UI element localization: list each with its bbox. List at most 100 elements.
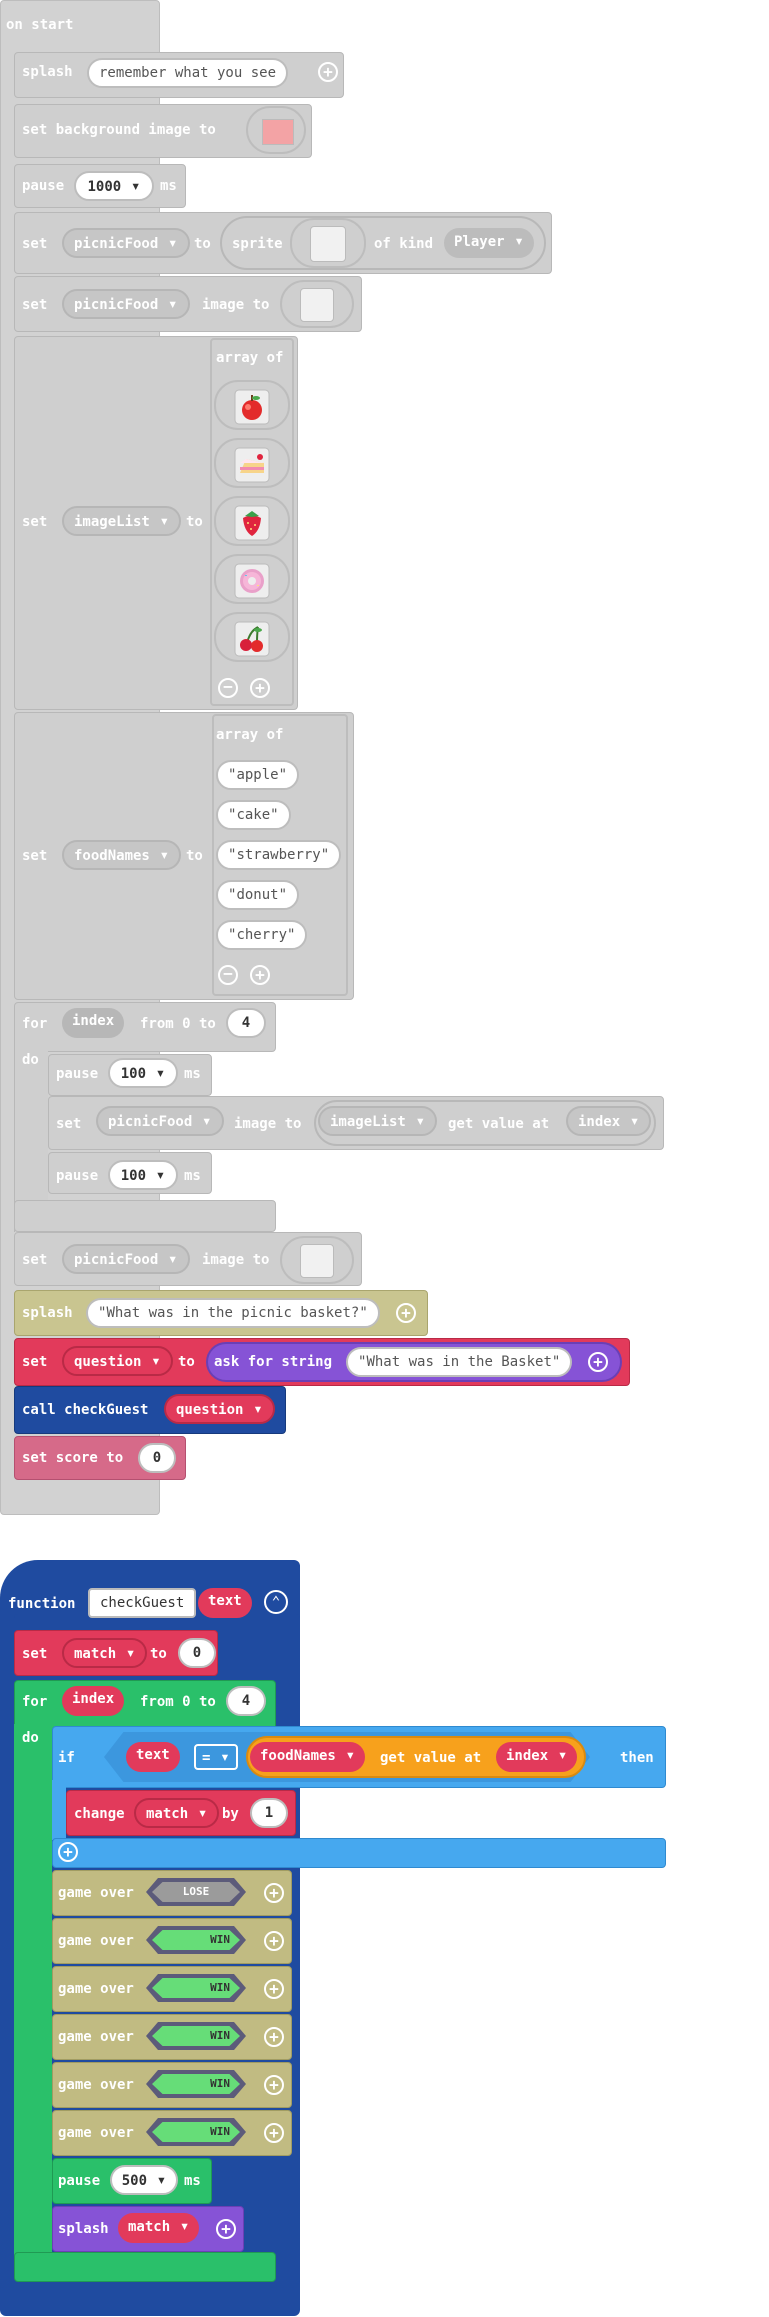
from-0-to-label: from 0 to [140, 1016, 216, 1032]
result-toggle[interactable]: LOSE [146, 1878, 246, 1906]
result-toggle[interactable]: WIN [146, 1974, 246, 2002]
array-item-slot[interactable] [214, 554, 290, 604]
strawberry-icon [234, 505, 270, 541]
change-by-field[interactable]: 1 [250, 1798, 288, 1828]
image-slot[interactable] [280, 280, 354, 328]
index-variable[interactable]: index [62, 1686, 125, 1716]
question-dropdown[interactable]: question [164, 1394, 275, 1424]
for-label: for [22, 1016, 48, 1032]
array-item-slot[interactable] [214, 380, 290, 430]
add-arg-icon[interactable]: + [588, 1352, 608, 1372]
for-label: for [22, 1694, 48, 1710]
param-text[interactable]: text [198, 1588, 252, 1618]
add-item-icon[interactable]: + [250, 678, 270, 698]
index-dropdown[interactable]: index [496, 1742, 578, 1772]
food-name-string[interactable]: "apple" [216, 760, 300, 790]
picnicFood-dropdown[interactable]: picnicFood [62, 1244, 190, 1274]
food-name-string[interactable]: "donut" [216, 880, 300, 910]
result-toggle[interactable]: WIN [146, 2022, 246, 2050]
index-dropdown[interactable]: index [566, 1106, 652, 1136]
foodNames-dropdown[interactable]: foodNames [62, 840, 182, 870]
set-label: set [22, 1354, 48, 1370]
pause-value-dropdown[interactable]: 100 [108, 1058, 178, 1088]
add-arg-icon[interactable]: + [264, 1883, 284, 1903]
collapse-icon[interactable]: ⌃ [264, 1590, 288, 1614]
match-dropdown[interactable]: match [118, 2213, 200, 2243]
result-toggle[interactable]: WIN [146, 2070, 246, 2098]
splash-text-field[interactable]: remember what you see [87, 58, 289, 88]
remove-item-icon[interactable]: − [218, 678, 238, 698]
image-slot[interactable] [280, 1236, 354, 1284]
loop-max-field[interactable]: 4 [226, 1008, 266, 1038]
kind-dropdown[interactable]: Player [444, 228, 534, 258]
add-arg-icon[interactable]: + [396, 1303, 416, 1323]
add-item-icon[interactable]: + [250, 965, 270, 985]
add-arg-icon[interactable]: + [264, 2123, 284, 2143]
index-variable[interactable]: index [62, 1008, 125, 1038]
match-dropdown[interactable]: match [134, 1798, 220, 1828]
food-name-string[interactable]: "strawberry" [216, 840, 342, 870]
operator-dropdown[interactable]: = [194, 1744, 238, 1770]
set-background-label: set background image to [22, 122, 216, 138]
food-name-string[interactable]: "cherry" [216, 920, 308, 950]
picnicFood-dropdown[interactable]: picnicFood [96, 1106, 224, 1136]
array-item-slot[interactable] [214, 612, 290, 662]
game-over-label: game over [58, 1885, 134, 1901]
array-item-slot[interactable] [214, 438, 290, 488]
to-label: to [178, 1354, 195, 1370]
on-start-label: on start [6, 17, 74, 33]
function-name-field[interactable]: checkGuest [88, 1588, 197, 1618]
add-arg-icon[interactable]: + [264, 2075, 284, 2095]
of-kind-label: of kind [374, 236, 434, 252]
to-label: to [194, 236, 211, 252]
pause-value-dropdown[interactable]: 1000 [74, 171, 154, 201]
to-label: to [186, 848, 203, 864]
imageList-dropdown[interactable]: imageList [318, 1106, 438, 1136]
result-toggle[interactable]: WIN [146, 2118, 246, 2146]
sprite-image-slot[interactable] [290, 218, 366, 268]
match-init-field[interactable]: 0 [178, 1638, 216, 1668]
pause-label: pause [56, 1168, 99, 1184]
splash-label: splash [22, 64, 73, 80]
question-dropdown[interactable]: question [62, 1346, 173, 1376]
by-label: by [222, 1806, 239, 1822]
ms-label: ms [160, 178, 177, 194]
set-label: set [22, 297, 48, 313]
array-item-slot[interactable] [214, 496, 290, 546]
do-label: do [22, 1730, 39, 1746]
match-dropdown[interactable]: match [62, 1638, 148, 1668]
set-label: set [22, 848, 48, 864]
remove-item-icon[interactable]: − [218, 965, 238, 985]
set-score-label: set score to [22, 1450, 124, 1466]
game-over-label: game over [58, 1981, 134, 1997]
pause-value-dropdown[interactable]: 100 [108, 1160, 178, 1190]
pause-value-dropdown[interactable]: 500 [110, 2165, 178, 2195]
image-to-label: image to [234, 1116, 302, 1132]
food-name-string[interactable]: "cake" [216, 800, 291, 830]
add-arg-icon[interactable]: + [216, 2219, 236, 2239]
loop-max-field[interactable]: 4 [226, 1686, 266, 1716]
add-arg-icon[interactable]: + [264, 2027, 284, 2047]
ms-label: ms [184, 1168, 201, 1184]
apple-icon [234, 389, 270, 425]
foodNames-dropdown[interactable]: foodNames [250, 1742, 366, 1772]
cherry-icon [234, 621, 270, 657]
imageList-dropdown[interactable]: imageList [62, 506, 182, 536]
result-toggle[interactable]: WIN [146, 1926, 246, 1954]
ask-text-field[interactable]: "What was in the Basket" [346, 1347, 573, 1377]
do-label: do [22, 1052, 39, 1068]
game-over-label: game over [58, 2125, 134, 2141]
picnicFood-dropdown[interactable]: picnicFood [62, 289, 190, 319]
ask-for-string-label: ask for string [214, 1354, 333, 1370]
add-arg-icon[interactable]: + [264, 1979, 284, 1999]
add-else-icon[interactable]: + [58, 1842, 78, 1862]
add-arg-icon[interactable]: + [264, 1931, 284, 1951]
call-label: call checkGuest [22, 1402, 149, 1418]
add-arg-icon[interactable]: + [318, 62, 338, 82]
text-variable[interactable]: text [126, 1742, 180, 1772]
splash-text-field[interactable]: "What was in the picnic basket?" [86, 1298, 380, 1328]
background-image-slot[interactable] [246, 106, 306, 154]
set-label: set [22, 1252, 48, 1268]
picnicFood-dropdown[interactable]: picnicFood [62, 228, 190, 258]
score-value-field[interactable]: 0 [138, 1443, 176, 1473]
